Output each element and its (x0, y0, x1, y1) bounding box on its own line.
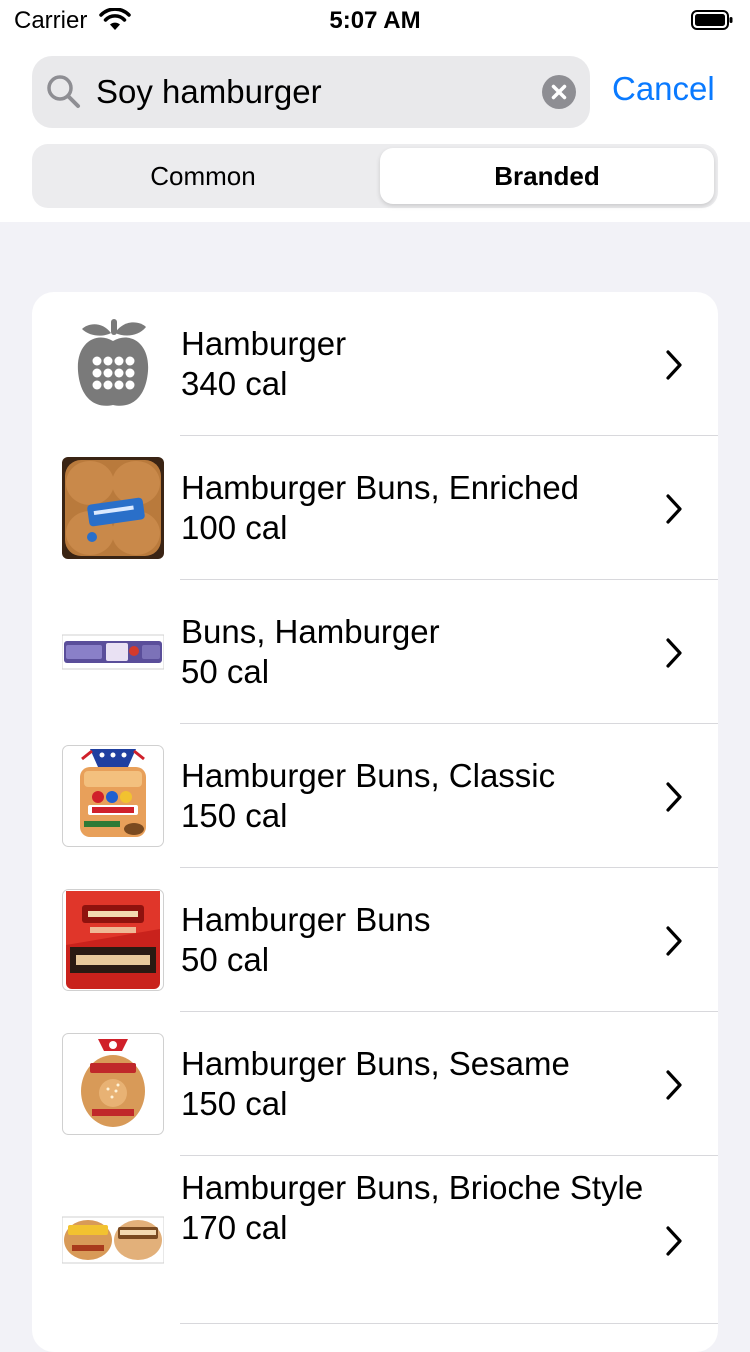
status-bar: Carrier 5:07 AM (0, 0, 750, 44)
food-name: Hamburger Buns, Classic (181, 757, 556, 794)
result-text: Hamburger Buns, Sesame 150 cal (181, 1044, 651, 1124)
food-calculator-icon (77, 319, 149, 406)
product-image (62, 1216, 164, 1264)
result-text: Hamburger Buns 50 cal (181, 900, 651, 980)
chevron-right-icon (666, 1070, 682, 1100)
chevron-right-icon (666, 494, 682, 524)
result-row-hamburger-buns-enriched[interactable]: Hamburger Buns, Enriched 100 cal (32, 436, 718, 580)
chevron-right-icon (666, 638, 682, 668)
result-row-hamburger-buns[interactable]: Hamburger Buns 50 cal (32, 868, 718, 1012)
product-image (62, 745, 164, 847)
product-image (62, 457, 164, 559)
result-text: Hamburger Buns, Brioche Style 170 cal (181, 1168, 651, 1248)
result-text: Hamburger Buns, Classic 150 cal (181, 756, 651, 836)
product-image (62, 889, 164, 991)
product-image (62, 634, 164, 670)
search-header: Carrier 5:07 AM Soy hamburger Cancel Com… (0, 0, 750, 222)
scope-segmented-control: Common Branded (32, 144, 718, 208)
food-calories: 170 cal (181, 1209, 288, 1246)
search-icon (47, 75, 80, 108)
food-name: Buns, Hamburger (181, 613, 440, 650)
clock: 5:07 AM (329, 7, 421, 34)
close-icon (551, 84, 567, 100)
cancel-button[interactable]: Cancel (612, 70, 715, 108)
chevron-right-icon (666, 350, 682, 380)
battery-icon (691, 10, 733, 30)
food-name: Hamburger (181, 325, 347, 362)
row-divider (180, 1323, 718, 1324)
results-list: Hamburger 340 cal Hamburger Buns, Enrich… (32, 292, 718, 1352)
food-calories: 100 cal (181, 509, 288, 546)
clear-search-button[interactable] (542, 75, 576, 109)
result-text: Hamburger Buns, Enriched 100 cal (181, 468, 651, 548)
product-image (62, 1033, 164, 1135)
result-row-hamburger-buns-brioche-style[interactable]: Hamburger Buns, Brioche Style 170 cal (32, 1156, 718, 1324)
food-calories: 150 cal (181, 1085, 288, 1122)
search-input[interactable]: Soy hamburger (96, 73, 322, 111)
food-name: Hamburger Buns, Sesame (181, 1045, 570, 1082)
food-calories: 340 cal (181, 365, 288, 402)
result-text: Hamburger 340 cal (181, 324, 651, 404)
result-row-hamburger-buns-sesame[interactable]: Hamburger Buns, Sesame 150 cal (32, 1012, 718, 1156)
chevron-right-icon (666, 1226, 682, 1256)
food-calories: 50 cal (181, 941, 270, 978)
result-row-buns-hamburger[interactable]: Buns, Hamburger 50 cal (32, 580, 718, 724)
food-name: Hamburger Buns, Brioche Style (181, 1169, 644, 1206)
result-row-hamburger[interactable]: Hamburger 340 cal (32, 292, 718, 436)
result-text: Buns, Hamburger 50 cal (181, 612, 651, 692)
food-name: Hamburger Buns, Enriched (181, 469, 580, 506)
segment-common[interactable]: Common (36, 148, 370, 204)
search-field[interactable]: Soy hamburger (32, 56, 590, 128)
food-calories: 150 cal (181, 797, 288, 834)
chevron-right-icon (666, 926, 682, 956)
segment-branded[interactable]: Branded (380, 148, 714, 204)
chevron-right-icon (666, 782, 682, 812)
food-calories: 50 cal (181, 653, 270, 690)
food-name: Hamburger Buns (181, 901, 431, 938)
result-row-hamburger-buns-classic[interactable]: Hamburger Buns, Classic 150 cal (32, 724, 718, 868)
